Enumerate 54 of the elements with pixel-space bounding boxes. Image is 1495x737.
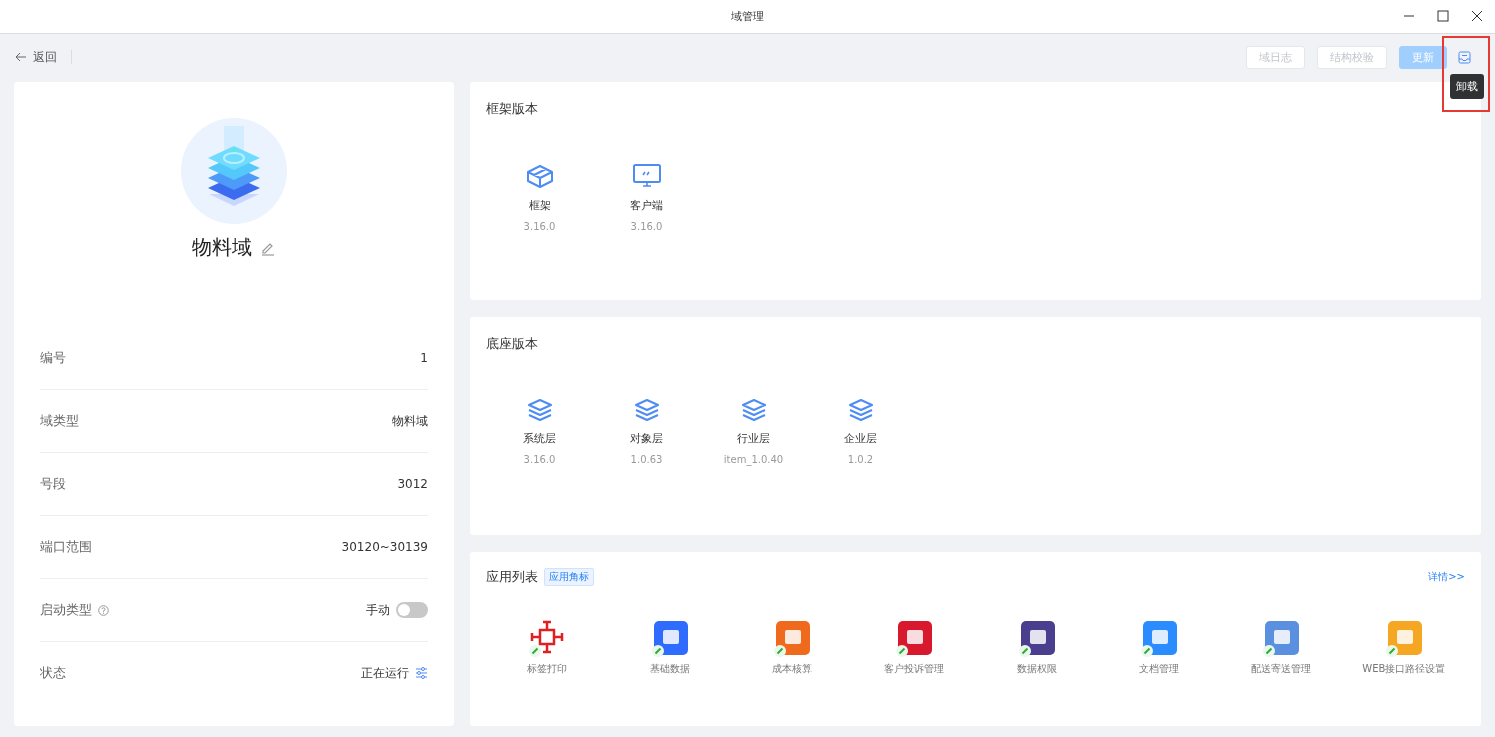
app-item[interactable]: 标签打印 [487,620,608,676]
component-name: 客户端 [630,198,663,213]
app-item[interactable]: 客户投诉管理 [854,620,975,676]
close-icon[interactable] [1471,10,1483,22]
app-item[interactable]: 数据权限 [976,620,1097,676]
panel-title: 应用列表 [486,568,538,586]
version-number: 1.0.63 [630,454,663,465]
app-item[interactable]: 基础数据 [609,620,730,676]
version-number: 3.16.0 [630,221,663,232]
back-link[interactable]: 返回 [15,48,57,66]
version-number: item_1.0.40 [723,454,784,465]
field-label: 号段 [40,475,66,493]
layers-icon [633,399,660,421]
version-number: 3.16.0 [523,221,556,232]
field-value: 正在运行 [361,664,409,682]
domain-name: 物料域 [192,234,252,261]
field-value: 1 [420,351,428,365]
app-item[interactable]: 成本核算 [731,620,852,676]
window-title: 域管理 [731,9,764,24]
sliders-icon[interactable] [415,667,428,679]
toggle-switch[interactable] [396,602,428,618]
app-item[interactable]: WEB接口路径设置 [1343,620,1464,676]
tag: 应用角标 [544,568,594,586]
box-icon [525,164,554,188]
field-label: 启动类型 [40,601,92,619]
app-item[interactable]: 配送寄送管理 [1221,620,1342,676]
tooltip: 卸载 [1450,73,1484,99]
component-name: 行业层 [737,431,770,446]
layers-icon [847,399,874,421]
component-name: 框架 [528,198,551,213]
field-value: 30120~30139 [341,540,428,554]
panel-title: 框架版本 [486,101,538,116]
field-label: 状态 [40,664,66,682]
version-number: 1.0.2 [847,454,874,465]
field-value: 手动 [366,601,390,619]
details-link[interactable]: 详情>> [1428,570,1465,584]
field-label: 端口范围 [40,538,92,556]
field-value: 3012 [397,477,428,491]
field-value: 物料域 [392,412,428,430]
app-item[interactable]: 文档管理 [1099,620,1220,676]
field-label: 域类型 [40,412,79,430]
version-number: 3.16.0 [523,454,556,465]
panel-title: 底座版本 [486,336,538,351]
monitor-icon [632,164,661,188]
component-name: 企业层 [844,431,877,446]
maximize-icon[interactable] [1437,10,1449,22]
inbox-icon[interactable] [1457,50,1471,64]
back-arrow-icon [15,52,27,62]
help-icon[interactable] [98,604,109,616]
component-name: 系统层 [523,431,556,446]
component-name: 对象层 [630,431,663,446]
layers-icon [740,399,767,421]
layers-icon [526,399,553,421]
field-label: 编号 [40,349,66,367]
